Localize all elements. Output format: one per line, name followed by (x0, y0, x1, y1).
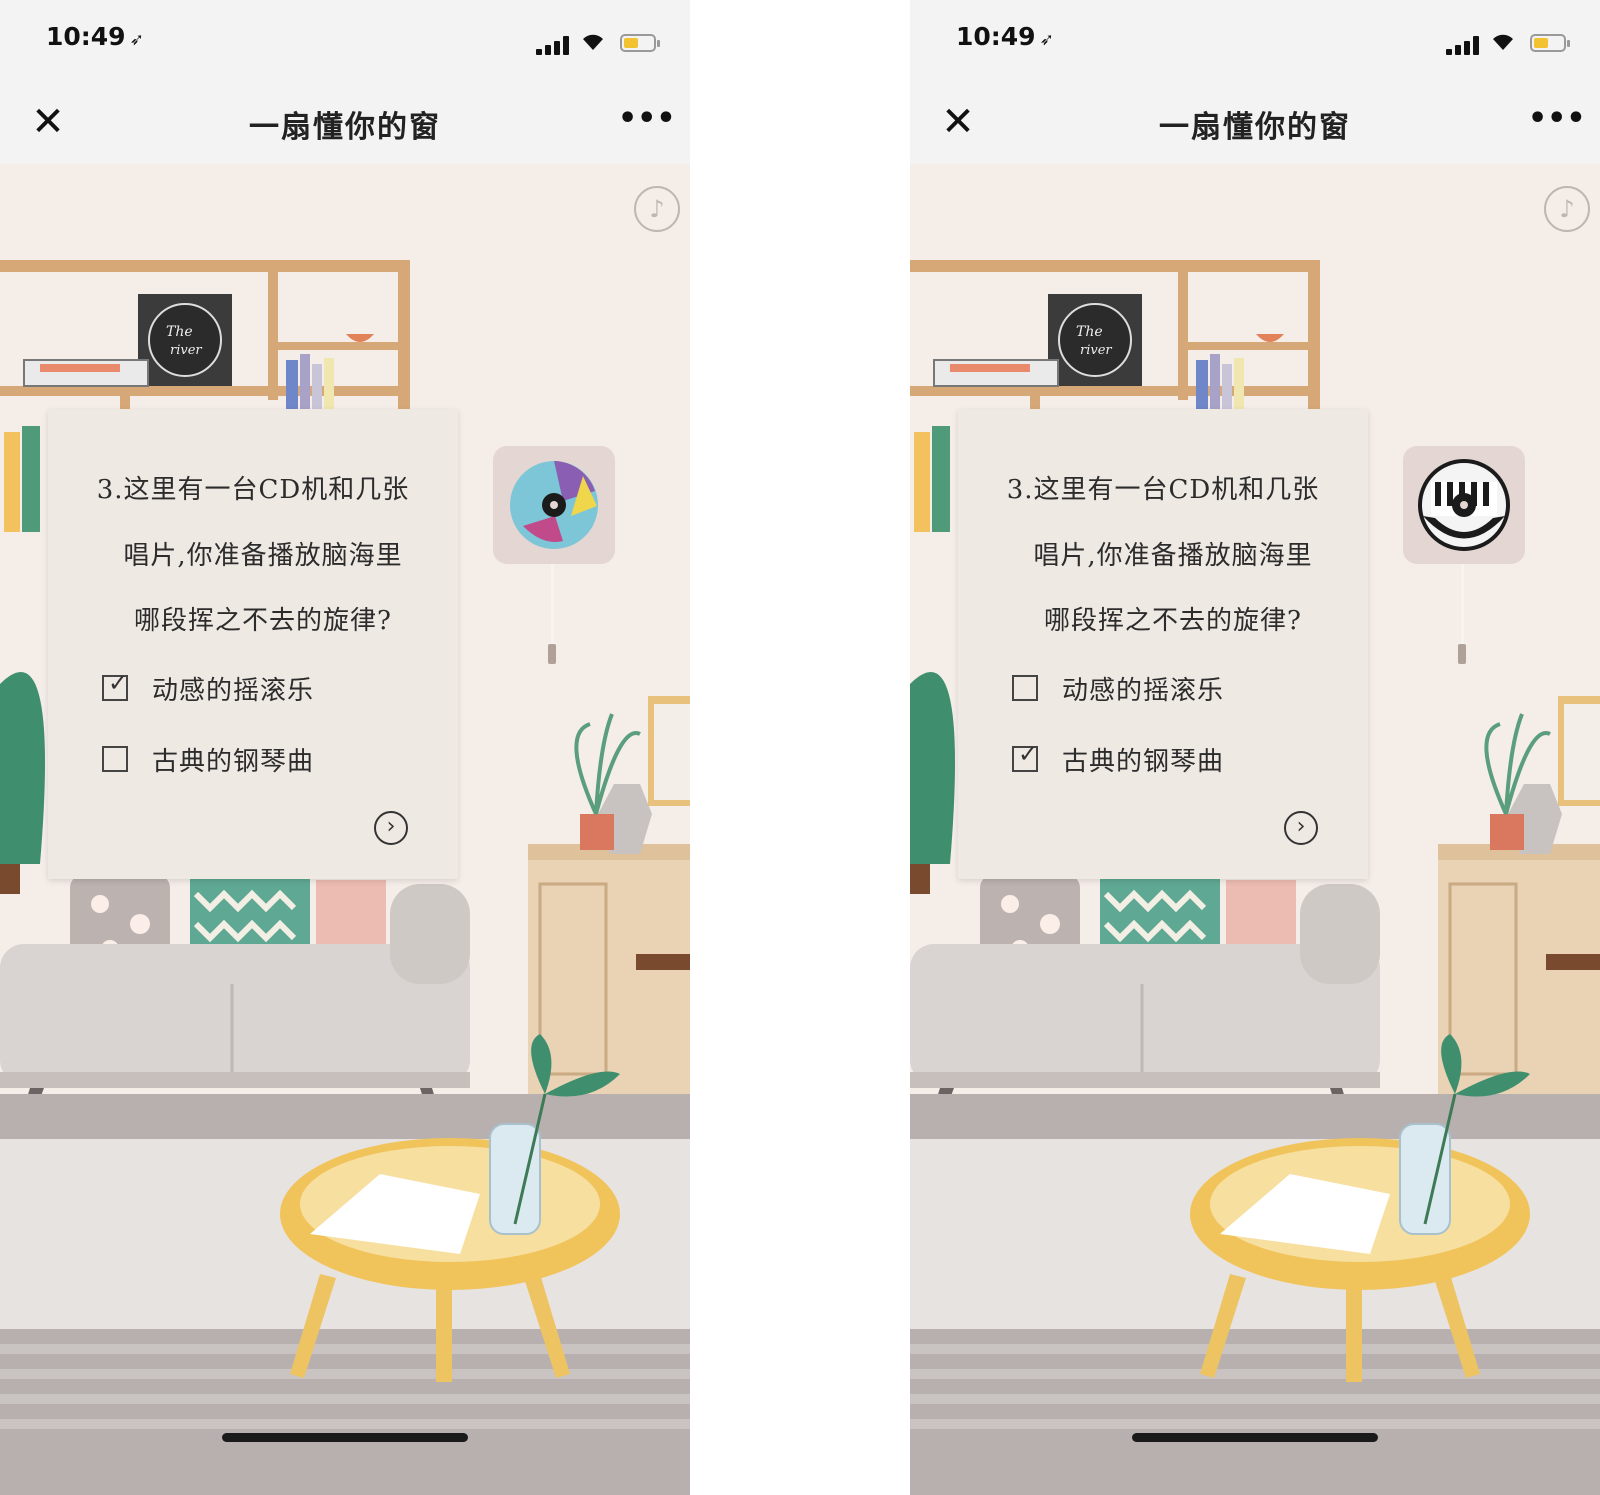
music-toggle-button[interactable]: ♪ (634, 186, 680, 232)
album-text: The (166, 324, 193, 340)
next-button[interactable]: › (374, 811, 408, 845)
option-rock[interactable]: ✓ 动感的摇滚乐 (102, 671, 315, 706)
option-label: 古典的钢琴曲 (152, 746, 315, 777)
question-line-3: 哪段挥之不去的旋律? (1044, 606, 1302, 636)
cd-pull-handle[interactable] (548, 644, 556, 664)
more-options-button[interactable]: ••• (1528, 104, 1586, 144)
status-bar: 10:49 ➶ (0, 0, 690, 82)
cd-player[interactable] (493, 446, 615, 564)
question-line-1: 3.这里有一台CD机和几张 (1006, 475, 1320, 505)
sofa (910, 874, 1380, 1114)
question-card: 3.这里有一台CD机和几张 唱片,你准备播放脑海里 哪段挥之不去的旋律? ✓ 动… (48, 409, 458, 879)
wifi-icon (1493, 34, 1513, 50)
question-line-2: 唱片,你准备播放脑海里 (1033, 541, 1313, 571)
cd-pull-cord (1461, 564, 1464, 644)
option-piano[interactable]: ✓ 古典的钢琴曲 (1012, 742, 1225, 777)
more-options-button[interactable]: ••• (618, 104, 676, 144)
cellular-signal-icon (1446, 35, 1480, 55)
cd-disc-icon (510, 461, 598, 549)
wifi-icon (583, 34, 603, 50)
svg-text:river: river (1080, 343, 1112, 358)
status-time: 10:49 ➶ (46, 22, 144, 51)
question-card: 3.这里有一台CD机和几张 唱片,你准备播放脑海里 哪段挥之不去的旋律? 动感的… (958, 409, 1368, 879)
checkbox-checked[interactable]: ✓ (102, 671, 128, 701)
battery-icon (620, 34, 660, 52)
home-indicator[interactable] (1132, 1433, 1378, 1442)
home-indicator[interactable] (222, 1433, 468, 1442)
album-text: The (1076, 324, 1103, 340)
option-label: 动感的摇滚乐 (1062, 675, 1225, 706)
status-bar: 10:49 ➶ (910, 0, 1600, 82)
living-room-scene: The river ♪ 3.这里有一台CD机和几张 唱片,你准备播放脑海里 哪段… (0, 164, 690, 1495)
page-title: 一扇懂你的窗 (1159, 110, 1351, 145)
checkbox-checked[interactable]: ✓ (1012, 742, 1038, 772)
question-line-3: 哪段挥之不去的旋律? (134, 606, 392, 636)
nav-bar: ✕ 一扇懂你的窗 ••• (910, 82, 1600, 164)
cd-disc-icon (1418, 459, 1510, 551)
location-arrow-icon: ➶ (129, 30, 144, 50)
status-time: 10:49 ➶ (956, 22, 1054, 51)
page-title: 一扇懂你的窗 (249, 110, 441, 145)
checkmark-icon: ✓ (108, 669, 129, 697)
phone-screen-right: 10:49 ➶ ✕ 一扇懂你的窗 ••• The river ♪ 3.这里有一台… (910, 0, 1600, 1495)
option-label: 动感的摇滚乐 (152, 675, 315, 706)
option-piano[interactable]: 古典的钢琴曲 (102, 742, 315, 777)
checkbox-unchecked[interactable] (102, 746, 128, 772)
location-arrow-icon: ➶ (1039, 30, 1054, 50)
option-rock[interactable]: 动感的摇滚乐 (1012, 671, 1225, 706)
question-line-1: 3.这里有一台CD机和几张 (96, 475, 410, 505)
sofa (0, 874, 470, 1114)
next-button[interactable]: › (1284, 811, 1318, 845)
cellular-signal-icon (536, 35, 570, 55)
option-label: 古典的钢琴曲 (1062, 746, 1225, 777)
battery-icon (1530, 34, 1570, 52)
cd-player[interactable] (1403, 446, 1525, 564)
svg-text:river: river (170, 343, 202, 358)
phone-screen-left: 10:49 ➶ ✕ 一扇懂你的窗 ••• The river ♪ 3.这里有一台… (0, 0, 690, 1495)
cd-pull-cord (551, 564, 554, 644)
music-toggle-button[interactable]: ♪ (1544, 186, 1590, 232)
cd-pull-handle[interactable] (1458, 644, 1466, 664)
checkmark-icon: ✓ (1018, 740, 1039, 768)
living-room-scene: The river ♪ 3.这里有一台CD机和几张 唱片,你准备播放脑海里 哪段… (910, 164, 1600, 1495)
checkbox-unchecked[interactable] (1012, 675, 1038, 701)
question-line-2: 唱片,你准备播放脑海里 (123, 541, 403, 571)
nav-bar: ✕ 一扇懂你的窗 ••• (0, 82, 690, 164)
